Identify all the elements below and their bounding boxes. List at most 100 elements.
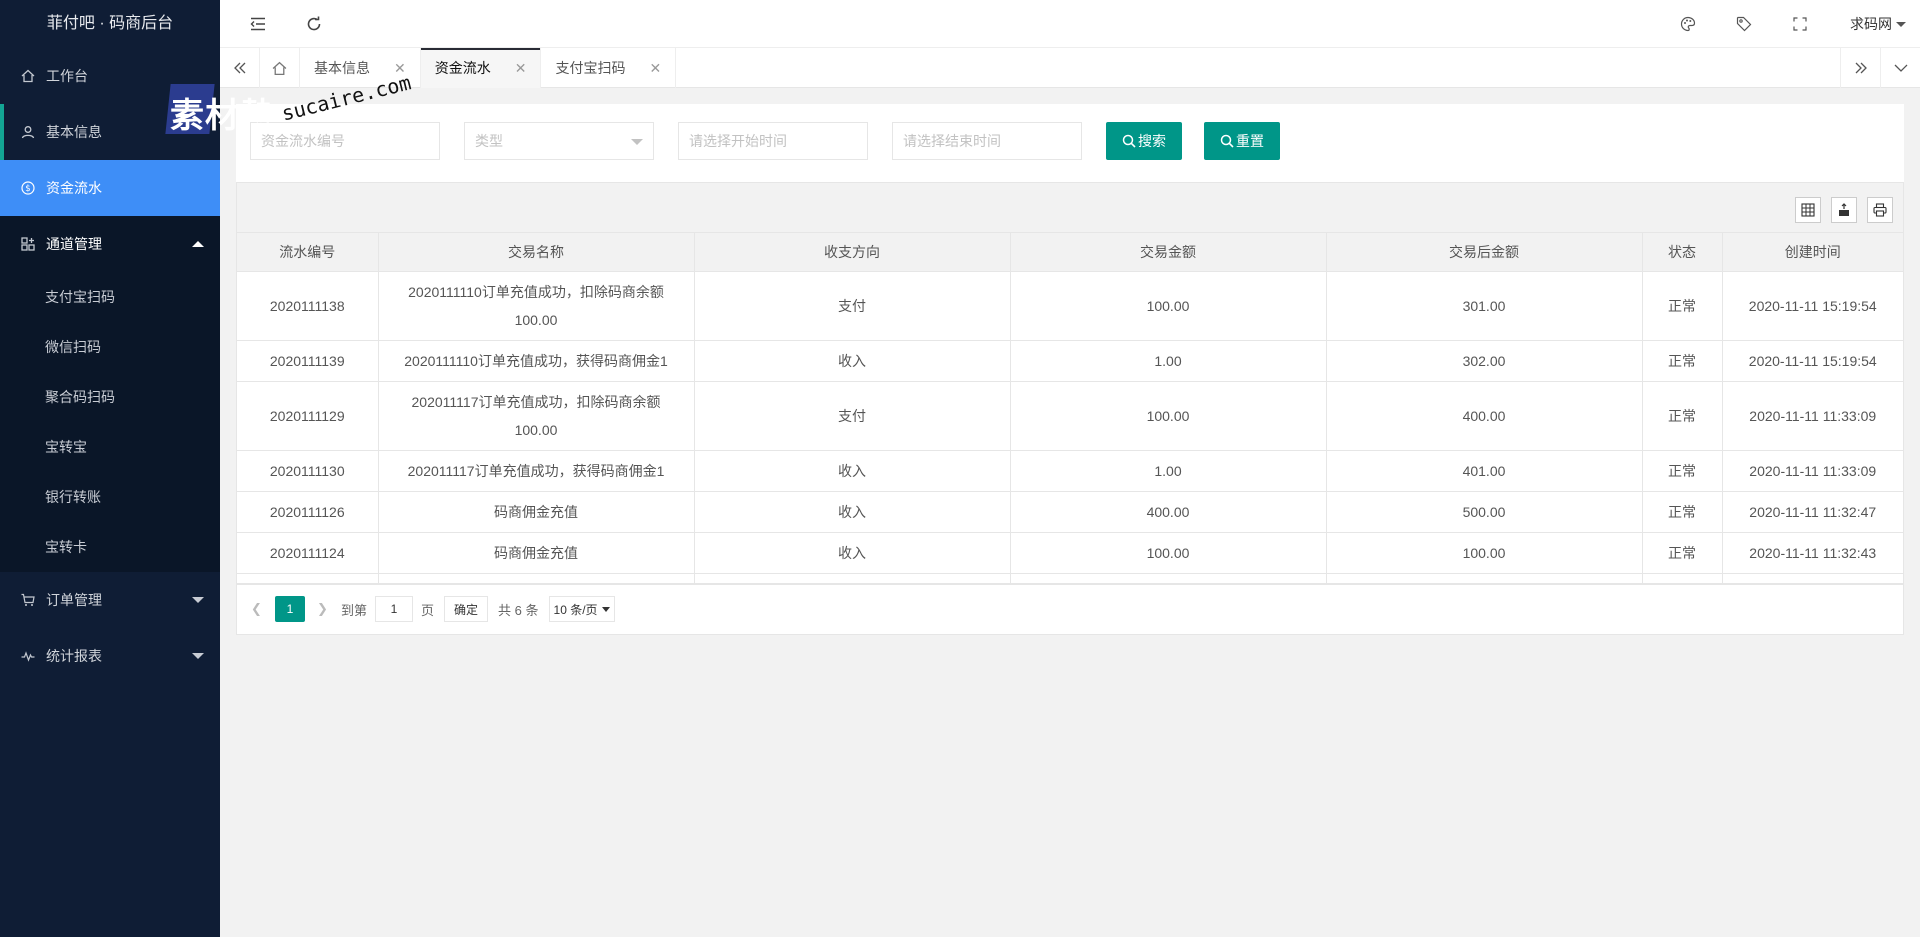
table-row[interactable]: 2020111138 2020111110订单充值成功，扣除码商余额100.00… <box>237 271 1903 341</box>
user-menu[interactable]: 求码网 <box>1850 14 1906 34</box>
cell-amount: 1.00 <box>1010 450 1327 492</box>
nav-item-order-management[interactable]: 订单管理 <box>0 572 220 628</box>
column-header[interactable]: 交易金额 <box>1010 233 1327 272</box>
goto-confirm-button[interactable]: 确定 <box>444 596 489 622</box>
page-size-value: 10 条/页 <box>553 602 598 617</box>
cell-direction: 收入 <box>694 450 1011 492</box>
column-header[interactable]: 状态 <box>1642 233 1723 272</box>
cell-amount: 400.00 <box>1010 491 1327 533</box>
table-row[interactable]: 2020111130 202011117订单充值成功，获得码商佣金1 收入 1.… <box>237 450 1903 492</box>
column-filter-icon[interactable] <box>1795 197 1821 223</box>
cell-name: 码商佣金充值 <box>378 491 695 533</box>
column-header[interactable]: 流水编号 <box>237 233 379 272</box>
nav-item-label: 资金流水 <box>46 180 102 196</box>
nav-item-statistics[interactable]: 统计报表 <box>0 628 220 684</box>
cell-amount: 100.00 <box>1010 532 1327 574</box>
sub-item-wechat-scan[interactable]: 微信扫码 <box>0 322 220 372</box>
cell-status: 正常 <box>1642 450 1723 492</box>
cell-balance: 302.00 <box>1326 340 1643 382</box>
sub-item-alipay-scan[interactable]: 支付宝扫码 <box>0 272 220 322</box>
cell-name: 2020111110订单充值成功，获得码商佣金1 <box>378 340 695 382</box>
sub-item-alipay-to-alipay[interactable]: 宝转宝 <box>0 422 220 472</box>
nav-item-channel-management[interactable]: 通道管理 <box>0 216 220 272</box>
theme-palette-icon[interactable] <box>1678 14 1698 34</box>
table-row[interactable]: 2020111124 码商佣金充值 收入 100.00 100.00 正常 20… <box>237 532 1903 574</box>
cell-serial: 2020111139 <box>237 340 379 382</box>
cell-created: 2020-11-11 11:33:09 <box>1722 450 1903 492</box>
nav-item-fund-flow[interactable]: $ 资金流水 <box>0 160 220 216</box>
watermark: 素材熱 sucaire.com <box>165 70 418 144</box>
search-form: 资金流水编号 类型 请选择开始时间 请选择结束时间 搜索 重置 <box>236 104 1904 182</box>
close-icon[interactable]: ✕ <box>515 60 527 77</box>
cell-status: 正常 <box>1642 340 1723 382</box>
close-icon[interactable]: ✕ <box>649 60 661 77</box>
cell-serial: 2020111138 <box>237 271 379 341</box>
tabs-menu-chevron-down-icon[interactable] <box>1880 48 1920 88</box>
cell-status: 正常 <box>1642 381 1723 451</box>
nav-item-label: 订单管理 <box>46 592 102 608</box>
search-button[interactable]: 搜索 <box>1106 122 1182 160</box>
column-header[interactable]: 交易后金额 <box>1326 233 1643 272</box>
goto-label: 到第 <box>341 602 368 618</box>
next-page-icon[interactable]: ❯ <box>317 601 329 617</box>
svg-text:$: $ <box>25 184 30 194</box>
print-icon[interactable] <box>1867 197 1893 223</box>
refresh-icon[interactable] <box>304 14 324 34</box>
search-icon <box>1122 134 1136 148</box>
start-time-input[interactable]: 请选择开始时间 <box>678 122 868 160</box>
cell-created: 2020-11-11 11:33:09 <box>1722 381 1903 451</box>
export-icon[interactable] <box>1831 197 1857 223</box>
user-icon <box>20 124 36 140</box>
tab-fund-flow[interactable]: 资金流水 ✕ <box>420 48 542 88</box>
cell-amount: 1.00 <box>1010 340 1327 382</box>
sub-item-bank-transfer[interactable]: 银行转账 <box>0 472 220 522</box>
caret-down-icon <box>192 653 204 659</box>
cell-amount: 100.00 <box>1010 381 1327 451</box>
tabs-scroll-left-icon[interactable] <box>220 48 260 88</box>
sub-item-alipay-to-card[interactable]: 宝转卡 <box>0 522 220 572</box>
tab-alipay-scan[interactable]: 支付宝扫码 ✕ <box>541 48 677 88</box>
column-header[interactable]: 交易名称 <box>378 233 695 272</box>
page-number-current[interactable]: 1 <box>275 596 305 622</box>
tab-bar: 基本信息 ✕ 资金流水 ✕ 支付宝扫码 ✕ <box>220 48 1920 88</box>
reset-button[interactable]: 重置 <box>1204 122 1280 160</box>
page-size-select[interactable]: 10 条/页 <box>548 596 615 622</box>
tag-icon[interactable] <box>1734 14 1754 34</box>
collapse-menu-icon[interactable] <box>248 14 268 34</box>
cell-name: 码商佣金充值 <box>378 532 695 574</box>
end-time-input[interactable]: 请选择结束时间 <box>892 122 1082 160</box>
nav-item-label: 工作台 <box>46 68 88 84</box>
tab-label: 基本信息 <box>314 60 370 76</box>
table-row[interactable]: 2020111139 2020111110订单充值成功，获得码商佣金1 收入 1… <box>237 340 1903 382</box>
type-select[interactable]: 类型 <box>464 122 654 160</box>
cell-balance: 400.00 <box>1326 381 1643 451</box>
cart-icon <box>20 592 36 608</box>
tabs-scroll-right-icon[interactable] <box>1840 48 1880 88</box>
prev-page-icon[interactable]: ❮ <box>251 601 263 617</box>
watermark-text: 素材熱 <box>170 96 275 136</box>
column-header[interactable]: 创建时间 <box>1722 233 1903 272</box>
tab-home-icon[interactable] <box>260 48 300 88</box>
cell-serial: 2020111126 <box>237 491 379 533</box>
cell-direction: 收入 <box>694 532 1011 574</box>
table-row[interactable]: 2020111129 202011117订单充值成功，扣除码商余额100.00 … <box>237 381 1903 451</box>
pagination: ❮ 1 ❯ 到第 1 页 确定 共 6 条 10 条/页 <box>237 583 1903 634</box>
cell-serial: 2020111130 <box>237 450 379 492</box>
nav-item-label: 统计报表 <box>46 648 102 664</box>
sub-item-aggregate-scan[interactable]: 聚合码扫码 <box>0 372 220 422</box>
cell-created: 2020-11-11 11:32:43 <box>1722 532 1903 574</box>
tab-label: 支付宝扫码 <box>555 60 626 76</box>
search-button-label: 搜索 <box>1138 133 1166 149</box>
fund-flow-table: 流水编号 交易名称 收支方向 交易金额 交易后金额 状态 创建时间 202011… <box>237 233 1903 584</box>
column-header[interactable]: 收支方向 <box>694 233 1011 272</box>
channel-submenu: 支付宝扫码 微信扫码 聚合码扫码 宝转宝 银行转账 宝转卡 <box>0 272 220 572</box>
cell-status: 正常 <box>1642 491 1723 533</box>
fullscreen-icon[interactable] <box>1790 14 1810 34</box>
table-row[interactable]: 2020111126 码商佣金充值 收入 400.00 500.00 正常 20… <box>237 491 1903 533</box>
goto-page-input[interactable]: 1 <box>375 596 414 622</box>
user-name: 求码网 <box>1850 16 1892 32</box>
cell-status: 正常 <box>1642 532 1723 574</box>
table-filler-row <box>237 573 1903 584</box>
apps-icon <box>20 236 36 252</box>
cell-serial: 2020111124 <box>237 532 379 574</box>
